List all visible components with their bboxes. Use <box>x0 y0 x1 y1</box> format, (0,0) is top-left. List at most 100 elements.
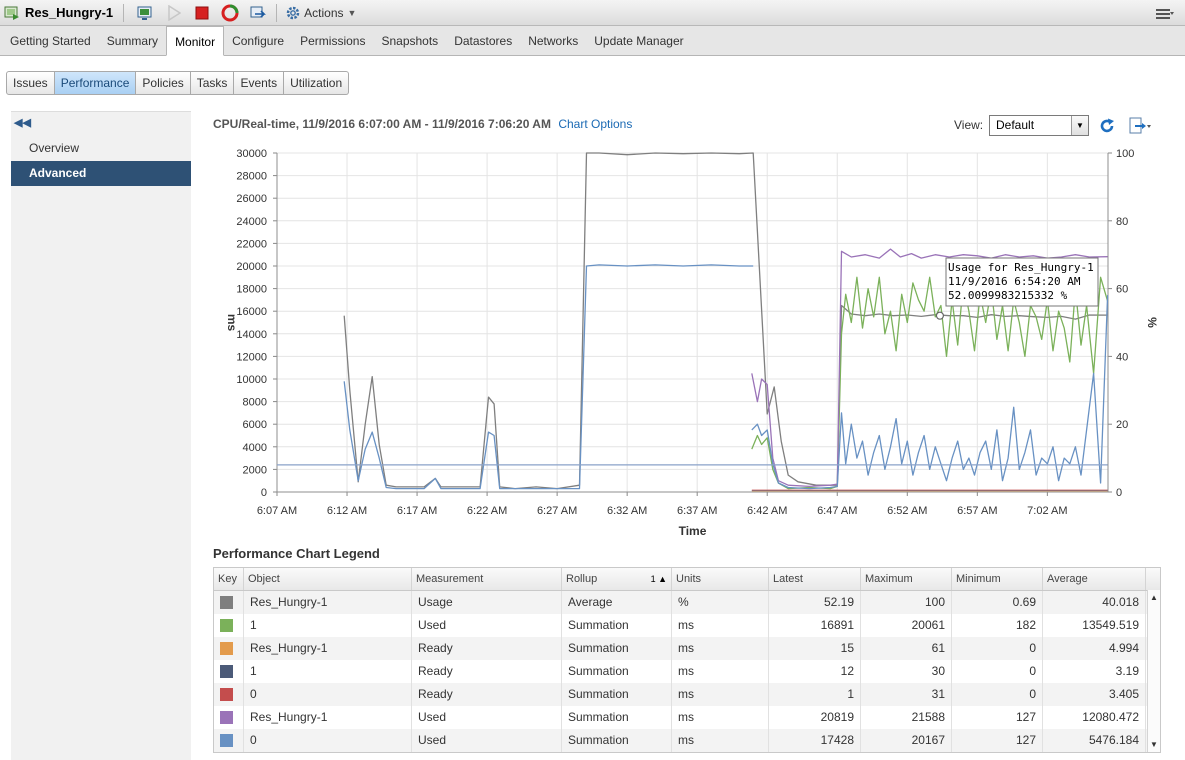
legend-key-swatch <box>220 665 233 678</box>
chart-title-text: CPU/Real-time, 11/9/2016 6:07:00 AM - 11… <box>213 117 551 131</box>
y-left-tick-label: 24000 <box>236 216 267 228</box>
legend-cell-measurement: Usage <box>412 591 562 614</box>
legend-row[interactable]: Res_Hungry-1 Used Summation ms 20819 21588 127… <box>214 706 1160 729</box>
tab-networks[interactable]: Networks <box>520 27 586 55</box>
view-label: View: <box>954 118 984 132</box>
column-header-minimum[interactable]: Minimum <box>952 568 1043 590</box>
y-left-tick-label: 16000 <box>236 306 267 318</box>
column-header-key[interactable]: Key <box>214 568 244 590</box>
legend-cell-minimum: 127 <box>952 706 1043 729</box>
legend-cell-average: 5476.184 <box>1043 729 1146 752</box>
tooltip-text: Usage for Res_Hungry-1 <box>948 261 1094 274</box>
legend-body: Res_Hungry-1 Usage Average% 52.19 100 0.69 40.… <box>214 591 1160 752</box>
tab-update-manager[interactable]: Update Manager <box>586 27 691 55</box>
scroll-down-icon[interactable]: ▼ <box>1148 738 1160 751</box>
x-tick-label: 6:32 AM <box>607 505 647 517</box>
refresh-icon[interactable] <box>1098 117 1116 135</box>
column-header-units[interactable]: Units <box>672 568 769 590</box>
legend-cell-rollup: Average <box>562 591 672 614</box>
y-left-tick-label: 18000 <box>236 284 267 296</box>
power-off-icon[interactable] <box>193 4 211 22</box>
legend-cell-key <box>214 614 244 637</box>
tab-snapshots[interactable]: Snapshots <box>373 27 446 55</box>
tab-configure[interactable]: Configure <box>224 27 292 55</box>
y-left-tick-label: 22000 <box>236 238 267 250</box>
panel-menu-icon[interactable] <box>1153 5 1175 21</box>
legend-key-swatch <box>220 711 233 724</box>
legend-cell-units: ms <box>672 706 769 729</box>
column-header-latest[interactable]: Latest <box>769 568 861 590</box>
legend-cell-latest: 12 <box>769 660 861 683</box>
legend-key-swatch <box>220 688 233 701</box>
y-left-tick-label: 28000 <box>236 171 267 183</box>
subtab-policies[interactable]: Policies <box>136 71 191 95</box>
legend-row[interactable]: 1 Used Summation ms 16891 20061 182 13549.519 <box>214 614 1160 637</box>
column-header-average[interactable]: Average <box>1043 568 1146 590</box>
scroll-up-icon[interactable]: ▲ <box>1148 591 1160 604</box>
sidebar-item-overview[interactable]: Overview <box>11 136 191 161</box>
view-select[interactable]: Default ▼ <box>989 115 1089 136</box>
y-left-tick-label: 6000 <box>243 419 267 431</box>
legend-row[interactable]: 0 Used Summation ms 17428 20167 127 5476.184 <box>214 729 1160 752</box>
tab-permissions[interactable]: Permissions <box>292 27 373 55</box>
legend-cell-measurement: Used <box>412 614 562 637</box>
legend-row[interactable]: Res_Hungry-1 Usage Average% 52.19 100 0.69 40.… <box>214 591 1160 614</box>
tab-summary[interactable]: Summary <box>99 27 166 55</box>
legend-row[interactable]: 0 Ready Summation ms 1 31 0 3.405 <box>214 683 1160 706</box>
performance-sidebar: ◀◀ Overview Advanced <box>11 111 191 760</box>
y-left-tick-label: 10000 <box>236 374 267 386</box>
actions-label: Actions <box>304 5 344 20</box>
subtab-performance[interactable]: Performance <box>54 71 137 95</box>
column-header-object[interactable]: Object <box>244 568 412 590</box>
legend-row[interactable]: 1 Ready Summation ms 12 30 0 3.19 <box>214 660 1160 683</box>
chart-options-link[interactable]: Chart Options <box>558 117 632 131</box>
gear-icon <box>286 6 300 19</box>
export-icon[interactable] <box>1128 117 1152 135</box>
x-tick-label: 6:22 AM <box>467 505 507 517</box>
legend-cell-rollup: Summation <box>562 614 672 637</box>
legend-cell-object: Res_Hungry-1 <box>244 591 412 614</box>
legend-cell-latest: 17428 <box>769 729 861 752</box>
legend-cell-key <box>214 660 244 683</box>
subtab-issues[interactable]: Issues <box>6 71 55 95</box>
legend-cell-measurement: Ready <box>412 637 562 660</box>
column-header-maximum[interactable]: Maximum <box>861 568 952 590</box>
x-tick-label: 6:07 AM <box>257 505 297 517</box>
y-left-tick-label: 20000 <box>236 261 267 273</box>
legend-scrollbar[interactable]: ▲ ▼ <box>1147 590 1160 752</box>
sidebar-item-advanced[interactable]: Advanced <box>11 161 191 186</box>
view-select-value: Default <box>996 118 1035 132</box>
tab-datastores[interactable]: Datastores <box>446 27 520 55</box>
legend-row[interactable]: Res_Hungry-1 Ready Summation ms 15 61 0 4.994 <box>214 637 1160 660</box>
legend-cell-minimum: 0 <box>952 637 1043 660</box>
legend-cell-maximum: 61 <box>861 637 952 660</box>
actions-menu[interactable]: Actions ▼ <box>285 5 356 21</box>
legend-cell-object: Res_Hungry-1 <box>244 706 412 729</box>
console-icon[interactable] <box>137 4 155 22</box>
legend-cell-maximum: 30 <box>861 660 952 683</box>
y-left-tick-label: 4000 <box>243 442 267 454</box>
legend-title: Performance Chart Legend <box>213 546 380 561</box>
tab-getting-started[interactable]: Getting Started <box>2 27 99 55</box>
subtab-tasks[interactable]: Tasks <box>190 71 235 95</box>
legend-cell-average: 40.018 <box>1043 591 1146 614</box>
power-on-icon[interactable] <box>165 4 183 22</box>
y-left-tick-label: 0 <box>261 487 267 499</box>
column-header-rollup[interactable]: Rollup 1 ▲ <box>562 568 672 590</box>
tab-monitor[interactable]: Monitor <box>166 26 225 56</box>
reset-icon[interactable] <box>221 4 239 22</box>
x-tick-label: 6:12 AM <box>327 505 367 517</box>
column-header-measurement[interactable]: Measurement <box>412 568 562 590</box>
subtab-events[interactable]: Events <box>234 71 285 95</box>
legend-cell-units: ms <box>672 660 769 683</box>
migrate-icon[interactable] <box>249 4 267 22</box>
legend-cell-key <box>214 683 244 706</box>
legend-cell-minimum: 0 <box>952 660 1043 683</box>
subtab-utilization[interactable]: Utilization <box>284 71 350 95</box>
legend-cell-maximum: 31 <box>861 683 952 706</box>
collapse-sidebar-icon[interactable]: ◀◀ <box>14 116 31 129</box>
legend-key-swatch <box>220 619 233 632</box>
legend-cell-rollup: Summation <box>562 729 672 752</box>
chevron-down-icon: ▼ <box>1071 116 1088 135</box>
legend-cell-measurement: Ready <box>412 660 562 683</box>
